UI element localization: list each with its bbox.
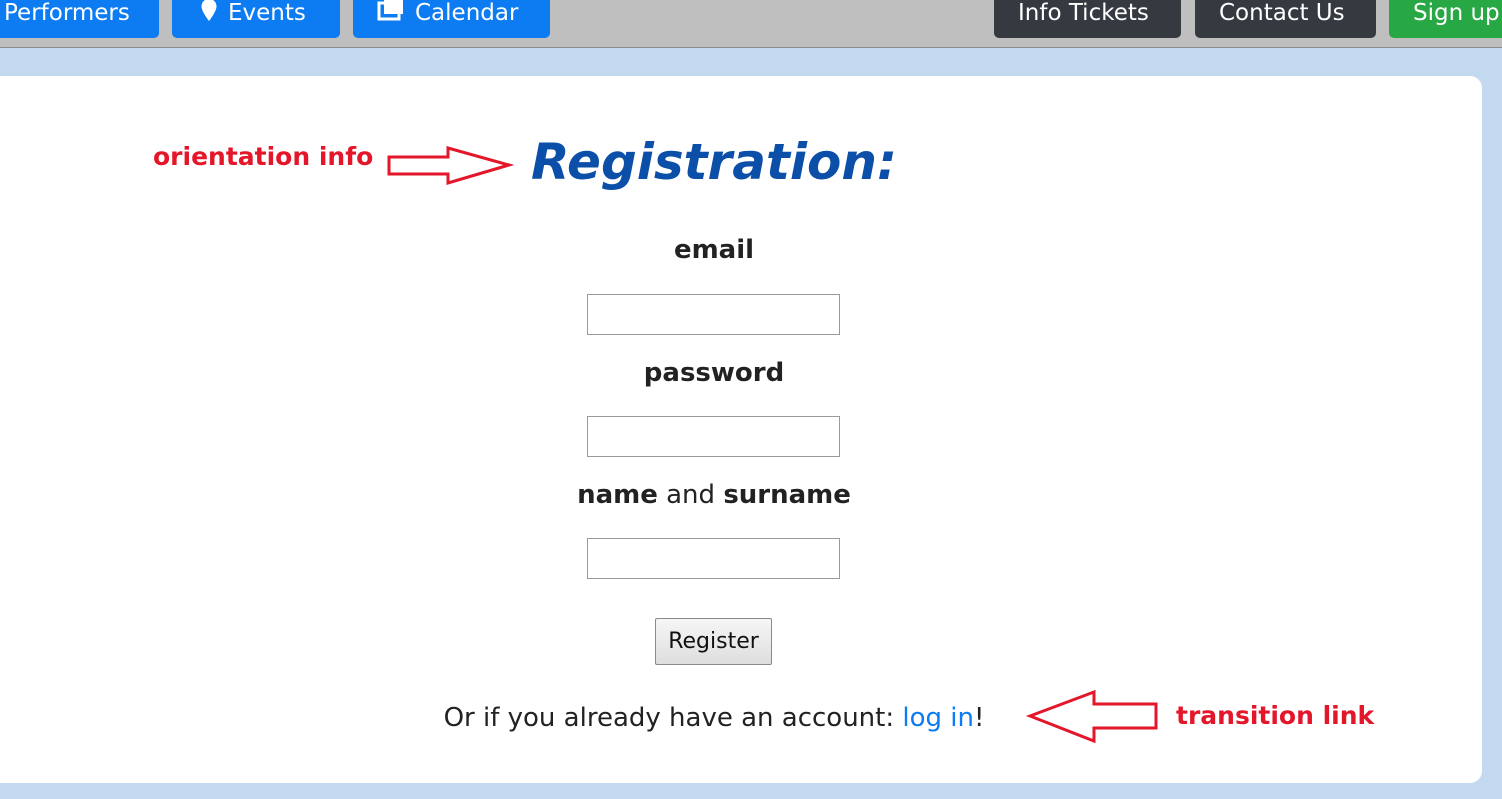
nav-calendar-button[interactable]: Calendar	[353, 0, 550, 38]
email-label: email	[673, 235, 755, 265]
name-label-surname: surname	[723, 480, 851, 510]
nav-contact-us-label: Contact Us	[1219, 0, 1345, 26]
nav-performers-label: Performers	[4, 0, 130, 26]
password-label: password	[643, 358, 785, 388]
map-marker-icon	[200, 0, 218, 30]
password-field[interactable]	[587, 416, 840, 457]
login-prompt-suffix: !	[973, 703, 985, 733]
name-label-name: name	[577, 480, 658, 510]
nav-contact-us-button[interactable]: Contact Us	[1195, 0, 1376, 38]
annotation-orientation-info: orientation info	[153, 142, 374, 171]
nav-events-label: Events	[228, 0, 306, 26]
name-surname-field[interactable]	[587, 538, 840, 579]
nav-performers-button[interactable]: Performers	[0, 0, 159, 38]
arrow-right-icon	[387, 146, 514, 186]
nav-sign-up-button[interactable]: Sign up	[1389, 0, 1502, 38]
name-surname-label: name and surname	[0, 478, 1428, 512]
email-field[interactable]	[587, 294, 840, 335]
calendar-icon	[377, 0, 405, 30]
nav-events-button[interactable]: Events	[172, 0, 340, 38]
nav-sign-up-label: Sign up	[1413, 0, 1500, 26]
login-prompt-text: Or if you already have an account:	[443, 703, 903, 733]
nav-info-tickets-button[interactable]: Info Tickets	[994, 0, 1181, 38]
nav-calendar-label: Calendar	[415, 0, 519, 26]
login-link[interactable]: log in	[902, 703, 974, 733]
annotation-transition-link: transition link	[1176, 701, 1375, 730]
arrow-left-icon	[1026, 689, 1158, 744]
register-button[interactable]: Register	[655, 618, 772, 665]
nav-info-tickets-label: Info Tickets	[1018, 0, 1149, 26]
top-navbar: Performers Events Calendar Info Tickets …	[0, 0, 1502, 48]
name-label-and: and	[657, 480, 724, 510]
